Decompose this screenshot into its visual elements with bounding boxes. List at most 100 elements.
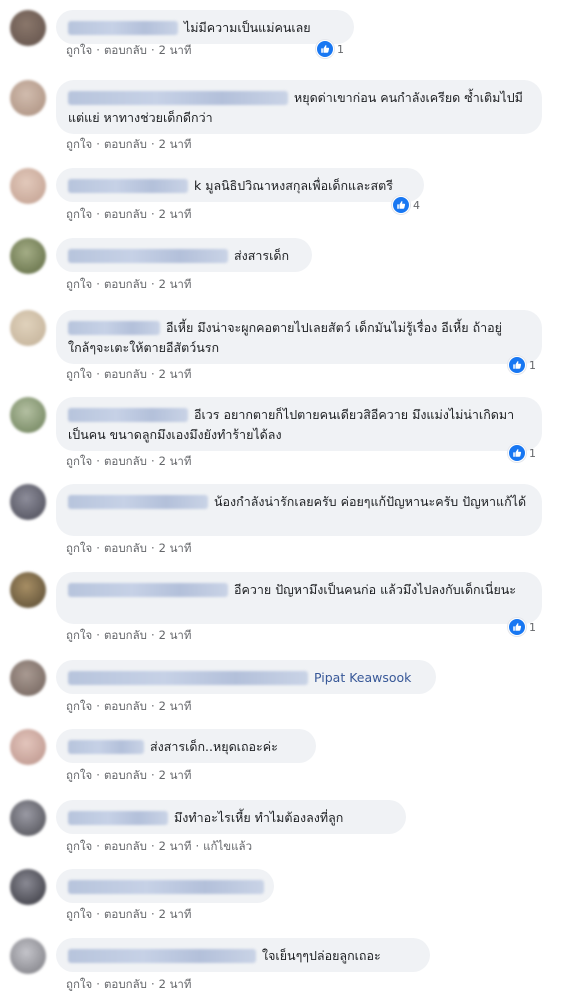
timestamp[interactable]: 2 นาที: [159, 977, 192, 991]
like-link[interactable]: ถูกใจ: [66, 277, 92, 291]
separator-dot: ·: [96, 454, 100, 468]
edited-label[interactable]: แก้ไขแล้ว: [203, 839, 252, 853]
comment-thread: ไม่มีความเป็นแม่คนเลย ถูกใจ · ตอบกลับ · 2 นาท…: [0, 0, 583, 1000]
timestamp[interactable]: 2 นาที: [159, 541, 192, 555]
reaction-count[interactable]: 1: [508, 618, 536, 636]
comment-actions: ถูกใจ · ตอบกลับ · 2 นาที: [66, 767, 191, 785]
comment-bubble: ไม่มีความเป็นแม่คนเลย: [56, 10, 354, 44]
timestamp[interactable]: 2 นาที: [159, 628, 192, 642]
separator-dot: ·: [96, 367, 100, 381]
timestamp[interactable]: 2 นาที: [159, 454, 192, 468]
timestamp[interactable]: 2 นาที: [159, 367, 192, 381]
like-link[interactable]: ถูกใจ: [66, 367, 92, 381]
separator-dot: ·: [96, 839, 100, 853]
reaction-count[interactable]: 1: [316, 40, 344, 58]
like-link[interactable]: ถูกใจ: [66, 541, 92, 555]
commenter-name-redacted[interactable]: [68, 879, 264, 894]
comment-bubble: น้องกำลังน่ารักเลยครับ ค่อยๆแก้ปัญหานะคร…: [56, 484, 542, 536]
comment-actions: ถูกใจ · ตอบกลับ · 2 นาที: [66, 906, 191, 924]
separator-dot: ·: [96, 768, 100, 782]
commenter-name-redacted[interactable]: [68, 739, 144, 754]
reply-link[interactable]: ตอบกลับ: [104, 137, 147, 151]
separator-dot: ·: [96, 907, 100, 921]
reply-link[interactable]: ตอบกลับ: [104, 277, 147, 291]
reply-link[interactable]: ตอบกลับ: [104, 768, 147, 782]
separator-dot: ·: [150, 768, 155, 782]
like-link[interactable]: ถูกใจ: [66, 977, 92, 991]
comment-text: ส่งสารเด็ก: [234, 248, 290, 263]
comment-bubble: ส่งสารเด็ก: [56, 238, 312, 272]
commenter-name-redacted[interactable]: [68, 90, 288, 105]
commenter-name-redacted[interactable]: [68, 670, 308, 685]
reply-link[interactable]: ตอบกลับ: [104, 207, 147, 221]
commenter-name-redacted[interactable]: [68, 948, 256, 963]
avatar[interactable]: [10, 397, 46, 433]
reaction-count[interactable]: 1: [508, 444, 536, 462]
avatar[interactable]: [10, 168, 46, 204]
separator-dot: ·: [150, 454, 155, 468]
like-link[interactable]: ถูกใจ: [66, 768, 92, 782]
timestamp[interactable]: 2 นาที: [159, 839, 192, 853]
avatar[interactable]: [10, 729, 46, 765]
commenter-name-redacted[interactable]: [68, 320, 160, 335]
commenter-name-redacted[interactable]: [68, 178, 188, 193]
timestamp[interactable]: 2 นาที: [159, 137, 192, 151]
reply-link[interactable]: ตอบกลับ: [104, 839, 147, 853]
avatar[interactable]: [10, 484, 46, 520]
timestamp[interactable]: 2 นาที: [159, 207, 192, 221]
like-link[interactable]: ถูกใจ: [66, 699, 92, 713]
reply-link[interactable]: ตอบกลับ: [104, 628, 147, 642]
like-link[interactable]: ถูกใจ: [66, 207, 92, 221]
avatar[interactable]: [10, 938, 46, 974]
thumbs-up-icon: [392, 196, 410, 214]
timestamp[interactable]: 2 นาที: [159, 43, 192, 57]
avatar[interactable]: [10, 238, 46, 274]
timestamp[interactable]: 2 นาที: [159, 699, 192, 713]
timestamp[interactable]: 2 นาที: [159, 277, 192, 291]
reply-link[interactable]: ตอบกลับ: [104, 699, 147, 713]
reply-link[interactable]: ตอบกลับ: [104, 977, 147, 991]
like-link[interactable]: ถูกใจ: [66, 628, 92, 642]
avatar[interactable]: [10, 660, 46, 696]
commenter-name-redacted[interactable]: [68, 582, 228, 597]
like-link[interactable]: ถูกใจ: [66, 839, 92, 853]
commenter-name-redacted[interactable]: [68, 248, 228, 263]
avatar[interactable]: [10, 10, 46, 46]
comment-text: ส่งสารเด็ก..หยุดเถอะค่ะ: [150, 739, 278, 754]
comment-actions: ถูกใจ · ตอบกลับ · 2 นาที: [66, 206, 191, 224]
avatar[interactable]: [10, 310, 46, 346]
timestamp[interactable]: 2 นาที: [159, 907, 192, 921]
comment-bubble: Pipat Keawsook: [56, 660, 436, 694]
like-link[interactable]: ถูกใจ: [66, 43, 92, 57]
separator-dot: ·: [96, 699, 100, 713]
commenter-name-redacted[interactable]: [68, 407, 188, 422]
reaction-count[interactable]: 4: [392, 196, 420, 214]
separator-dot: ·: [150, 977, 155, 991]
like-link[interactable]: ถูกใจ: [66, 907, 92, 921]
comment-text: ใจเย็นๆๆปล่อยลูกเถอะ: [262, 948, 381, 963]
commenter-name-redacted[interactable]: [68, 20, 178, 35]
reaction-count[interactable]: 1: [508, 356, 536, 374]
avatar[interactable]: [10, 572, 46, 608]
reply-link[interactable]: ตอบกลับ: [104, 907, 147, 921]
commenter-name-redacted[interactable]: [68, 810, 168, 825]
reply-link[interactable]: ตอบกลับ: [104, 43, 147, 57]
thumbs-up-icon: [316, 40, 334, 58]
reaction-number: 4: [413, 198, 420, 212]
reaction-number: 1: [529, 620, 536, 634]
timestamp[interactable]: 2 นาที: [159, 768, 192, 782]
separator-dot: ·: [96, 277, 100, 291]
reaction-number: 1: [337, 42, 344, 56]
avatar[interactable]: [10, 869, 46, 905]
reply-link[interactable]: ตอบกลับ: [104, 541, 147, 555]
reply-link[interactable]: ตอบกลับ: [104, 454, 147, 468]
reply-link[interactable]: ตอบกลับ: [104, 367, 147, 381]
separator-dot: ·: [96, 137, 100, 151]
like-link[interactable]: ถูกใจ: [66, 137, 92, 151]
tagged-user-link[interactable]: Pipat Keawsook: [314, 670, 411, 685]
thumbs-up-icon: [508, 444, 526, 462]
avatar[interactable]: [10, 800, 46, 836]
commenter-name-redacted[interactable]: [68, 494, 208, 509]
avatar[interactable]: [10, 80, 46, 116]
like-link[interactable]: ถูกใจ: [66, 454, 92, 468]
